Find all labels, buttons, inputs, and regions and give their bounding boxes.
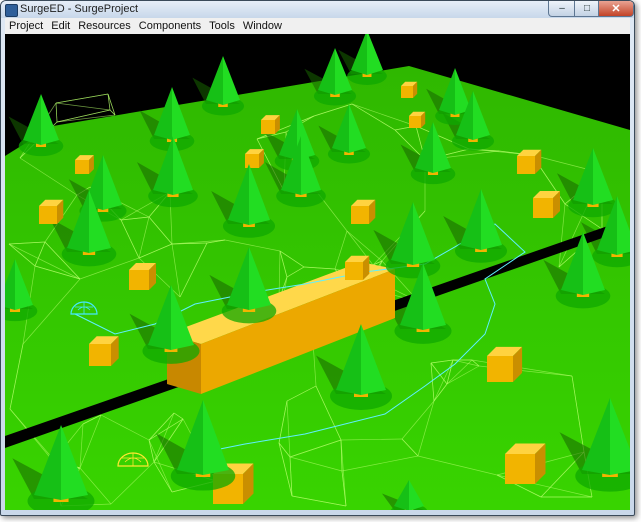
tree-icon[interactable] [201, 56, 245, 116]
crate-icon[interactable] [533, 191, 560, 218]
maximize-button[interactable]: □ [574, 1, 600, 17]
menu-project[interactable]: Project [5, 18, 47, 34]
app-window: SurgeED - SurgeProject – □ ✕ Project Edi… [0, 0, 635, 516]
close-button[interactable]: ✕ [598, 1, 634, 17]
menu-components[interactable]: Components [135, 18, 205, 34]
menu-resources[interactable]: Resources [74, 18, 135, 34]
menu-bar: Project Edit Resources Components Tools … [5, 18, 630, 34]
scene-canvas[interactable] [5, 34, 630, 510]
crate-icon[interactable] [409, 111, 426, 128]
menu-window[interactable]: Window [239, 18, 286, 34]
maximize-icon: □ [583, 3, 591, 14]
close-icon: ✕ [611, 3, 621, 15]
crate-icon[interactable] [261, 115, 280, 134]
crate-icon[interactable] [39, 199, 64, 224]
crate-icon[interactable] [487, 346, 523, 382]
title-bar[interactable]: SurgeED - SurgeProject – □ ✕ [1, 1, 634, 18]
crate-icon[interactable] [345, 255, 370, 280]
minimize-button[interactable]: – [548, 1, 576, 17]
menu-tools[interactable]: Tools [205, 18, 239, 34]
crate-icon[interactable] [517, 149, 542, 174]
crate-icon[interactable] [245, 149, 264, 168]
3d-viewport[interactable] [5, 34, 630, 510]
minimize-icon: – [559, 3, 565, 14]
menu-edit[interactable]: Edit [47, 18, 74, 34]
crate-icon[interactable] [351, 199, 376, 224]
app-icon [5, 4, 18, 17]
crate-icon[interactable] [89, 336, 119, 366]
crate-icon[interactable] [401, 81, 418, 98]
crate-icon[interactable] [505, 443, 546, 485]
crate-icon[interactable] [75, 155, 94, 174]
window-title: SurgeED - SurgeProject [20, 3, 138, 15]
crate-icon[interactable] [129, 263, 156, 290]
